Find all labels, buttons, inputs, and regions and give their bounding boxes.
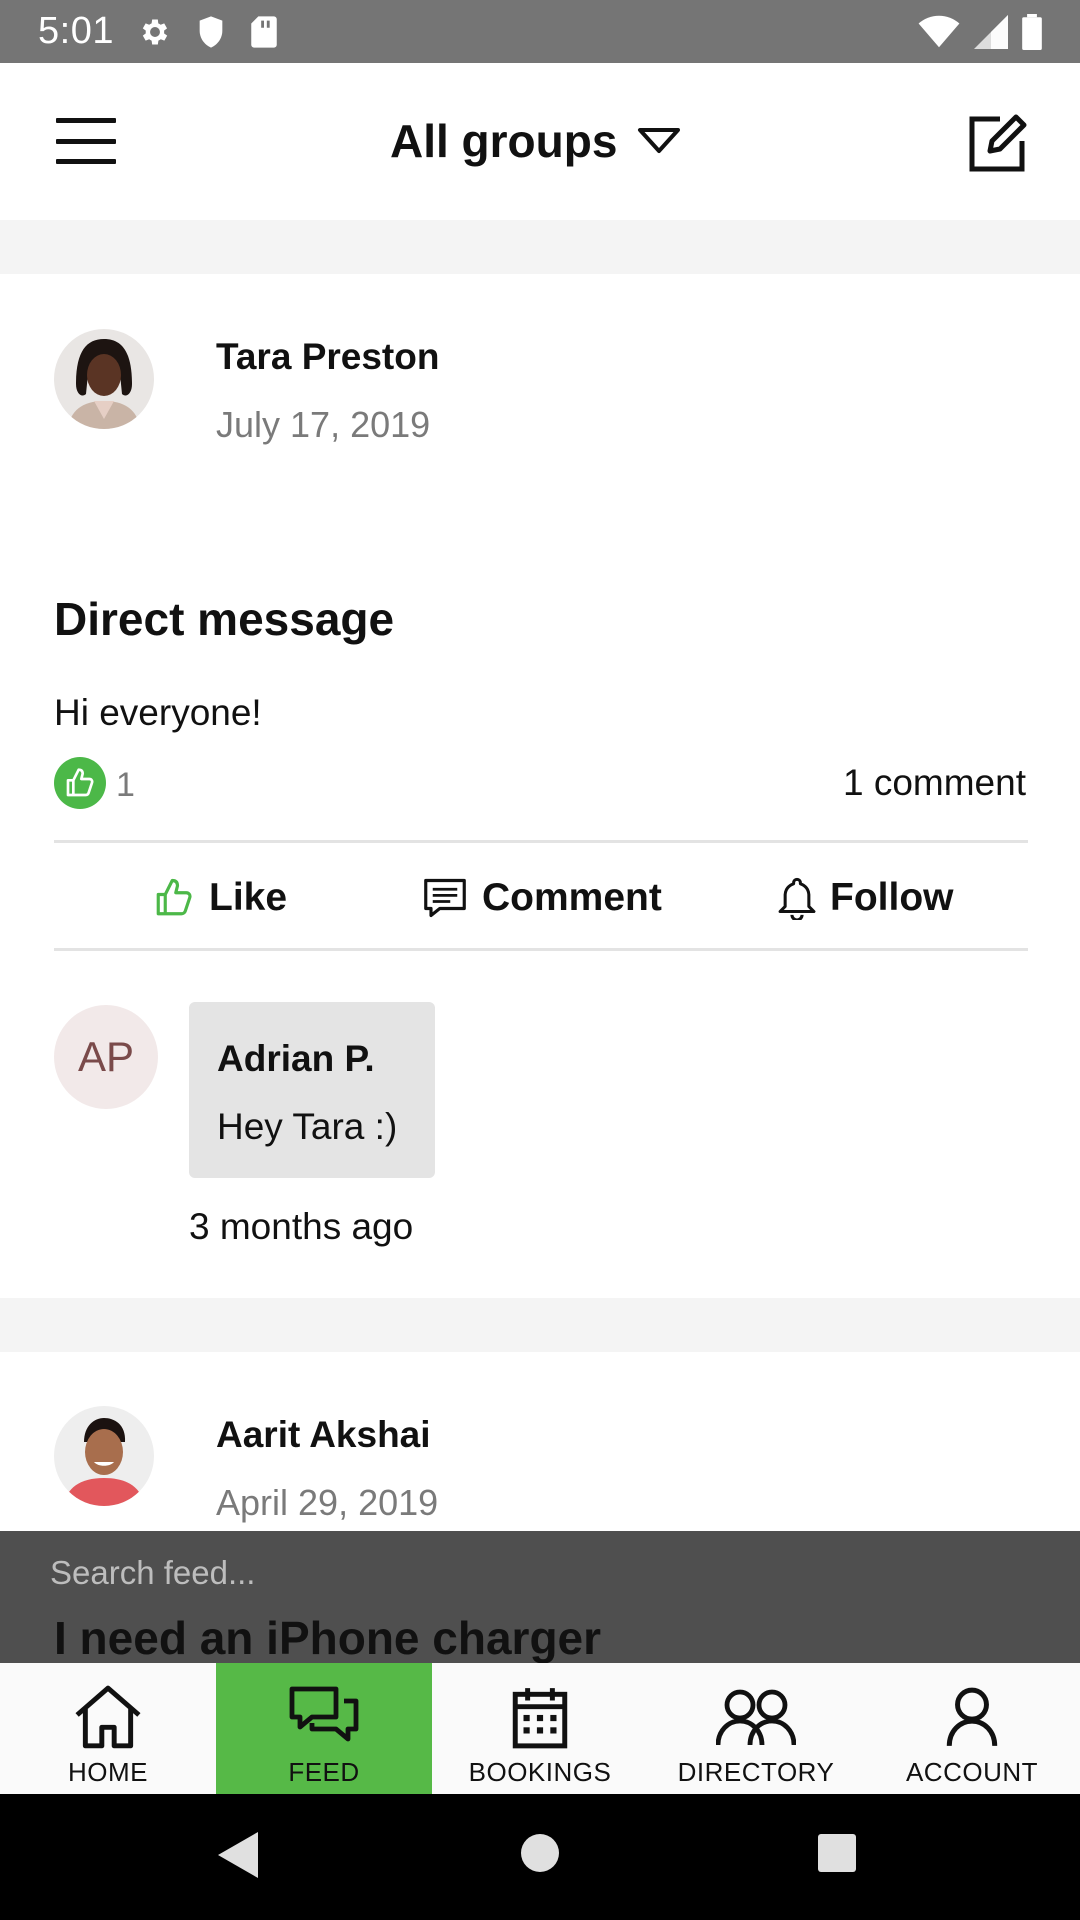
group-title: All groups	[390, 115, 618, 167]
post-card: Tara Preston July 17, 2019 Direct messag…	[0, 274, 1080, 1298]
post-date: April 29, 2019	[216, 1482, 439, 1523]
follow-label: Follow	[830, 876, 954, 919]
nav-item-feed[interactable]: FEED	[216, 1663, 432, 1794]
person-icon	[946, 1687, 998, 1747]
post-title: Direct message	[54, 593, 395, 645]
settings-icon	[142, 19, 168, 45]
battery-icon	[1022, 14, 1042, 50]
recents-icon[interactable]	[816, 1832, 858, 1874]
thumbs-up-outline-icon	[156, 878, 192, 916]
shield-icon	[199, 16, 223, 48]
author-name[interactable]: Aarit Akshai	[216, 1414, 431, 1456]
search-input[interactable]	[50, 1543, 1030, 1603]
dropdown-triangle-icon	[638, 128, 681, 153]
home-circle-icon[interactable]	[519, 1832, 561, 1874]
nav-item-account[interactable]: ACCOUNT	[864, 1663, 1080, 1794]
comment-bubble: Adrian P. Hey Tara :)	[189, 1002, 435, 1178]
comment-icon	[424, 878, 466, 918]
nav-label: HOME	[68, 1757, 148, 1787]
post-card: Aarit Akshai April 29, 2019	[0, 1352, 1080, 1531]
author-name[interactable]: Tara Preston	[216, 336, 439, 378]
post-title: I need an iPhone charger	[54, 1612, 602, 1663]
comment-avatar[interactable]: AP	[54, 1005, 158, 1109]
divider	[54, 948, 1028, 951]
bell-icon	[778, 877, 816, 920]
nav-label: DIRECTORY	[677, 1757, 835, 1787]
post-date: July 17, 2019	[216, 404, 431, 445]
nav-item-bookings[interactable]: BOOKINGS	[432, 1663, 648, 1794]
comment-text: Hey Tara :)	[217, 1106, 398, 1147]
app-bar: All groups	[0, 63, 1080, 220]
divider	[54, 840, 1028, 843]
comment-time: 3 months ago	[189, 1206, 414, 1247]
search-bar: I need an iPhone charger	[0, 1531, 1080, 1663]
group-selector[interactable]: All groups	[390, 111, 681, 171]
sd-card-icon	[251, 16, 277, 48]
feed-gap	[0, 220, 1080, 274]
avatar[interactable]	[54, 329, 154, 429]
nav-label: ACCOUNT	[905, 1757, 1039, 1787]
status-icons-left	[138, 13, 278, 51]
follow-button[interactable]: Follow	[778, 868, 953, 928]
like-label: Like	[209, 876, 288, 919]
status-time: 5:01	[38, 10, 114, 52]
avatar-photo	[54, 1406, 154, 1506]
people-icon	[716, 1689, 796, 1746]
home-icon	[75, 1685, 141, 1749]
nav-label: BOOKINGS	[468, 1757, 612, 1787]
like-badge	[54, 757, 106, 809]
comment-author[interactable]: Adrian P.	[217, 1038, 375, 1080]
signal-icon	[974, 15, 1008, 49]
post-body: Hi everyone!	[54, 692, 262, 733]
nav-item-directory[interactable]: DIRECTORY	[648, 1663, 864, 1794]
bottom-nav: HOME FEED BOOKINGS DIRECTORY ACCOUNT	[0, 1663, 1080, 1794]
nav-label: FEED	[288, 1757, 360, 1787]
status-icons-right	[918, 13, 1042, 51]
chat-icon	[289, 1686, 359, 1742]
thumbs-up-icon	[66, 768, 94, 797]
back-icon[interactable]	[216, 1830, 260, 1880]
wifi-icon	[918, 15, 960, 48]
nav-item-home[interactable]: HOME	[0, 1663, 216, 1794]
status-bar: 5:01	[0, 0, 1080, 63]
system-nav-bar	[0, 1794, 1080, 1920]
avatar[interactable]	[54, 1406, 154, 1506]
calendar-icon	[512, 1688, 568, 1749]
compose-icon[interactable]	[966, 111, 1028, 173]
comment-button[interactable]: Comment	[422, 868, 662, 928]
comment-count[interactable]: 1 comment	[843, 762, 1026, 804]
comment-label: Comment	[482, 876, 662, 919]
avatar-photo	[54, 329, 154, 429]
menu-button[interactable]	[56, 118, 116, 164]
like-button[interactable]: Like	[153, 868, 287, 928]
feed-gap	[0, 1298, 1080, 1352]
menu-icon	[56, 118, 116, 123]
like-count: 1	[116, 766, 135, 804]
